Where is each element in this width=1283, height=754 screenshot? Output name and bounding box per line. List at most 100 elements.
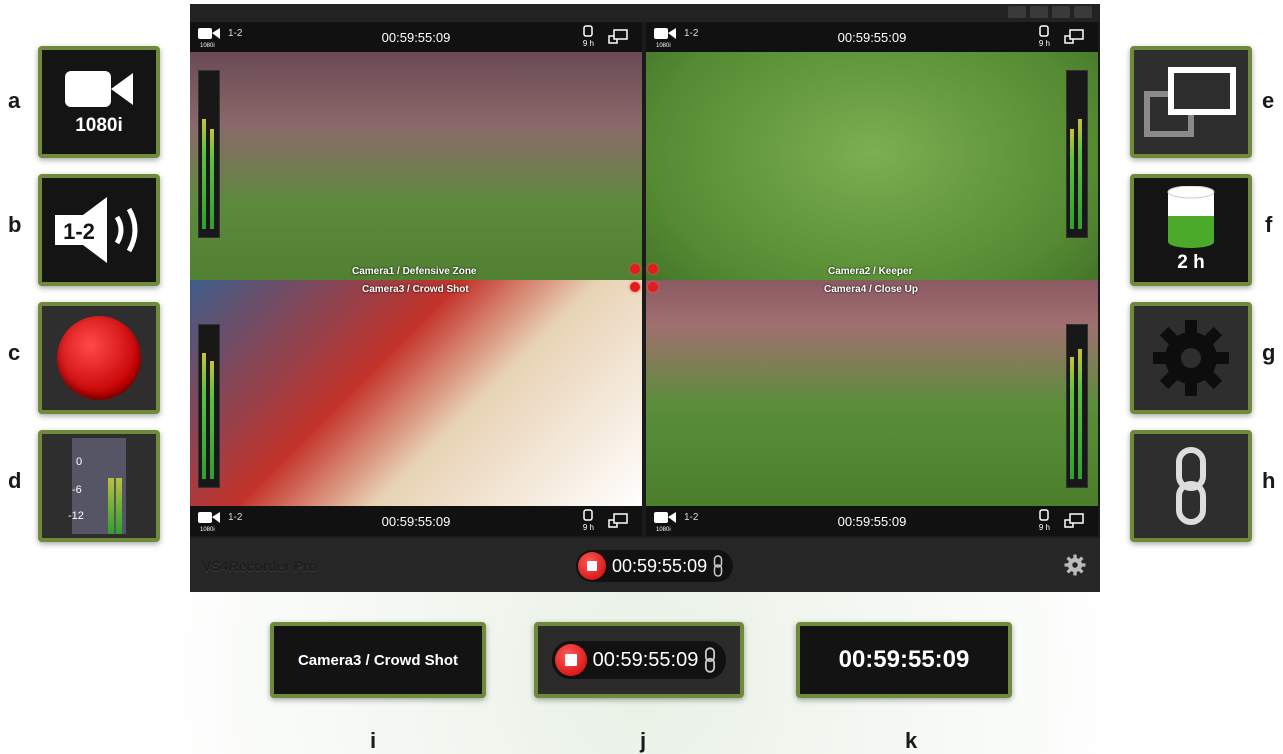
record-stop-button[interactable] — [578, 552, 606, 580]
record-tile — [38, 302, 160, 414]
settings-tile — [1130, 302, 1252, 414]
audio-meter — [1066, 70, 1088, 238]
quad3-bottom-hud: 1080i 1-2 00:59:55:09 9 h — [190, 506, 642, 536]
audio-channel-indicator[interactable]: 1-2 — [228, 28, 242, 39]
camera-label-callout: Camera3 / Crowd Shot — [270, 622, 486, 698]
audio-channel-indicator[interactable]: 1-2 — [684, 28, 698, 39]
recording-indicator — [648, 282, 658, 292]
master-timecode: 00:59:55:09 — [612, 555, 708, 576]
camera3-view[interactable]: Camera3 / Crowd Shot — [190, 280, 642, 508]
chain-link-icon[interactable] — [713, 555, 723, 577]
label-b: b — [8, 212, 22, 237]
app-name: VS4Recorder Pro — [202, 558, 318, 574]
record-control-callout: 00:59:55:09 — [534, 622, 744, 698]
audio-channels-tile: 1-2 — [38, 174, 160, 286]
video-format-tile: 1080i — [38, 46, 160, 158]
video-camera-icon[interactable]: 1080i — [198, 26, 222, 48]
svg-text:1080i: 1080i — [656, 43, 671, 48]
camera2-view[interactable]: Camera2 / Keeper — [646, 52, 1098, 304]
record-control: 00:59:55:09 — [576, 550, 734, 582]
audio-meter-tile: 0 -6 -12 — [38, 430, 160, 542]
timecode-callout: 00:59:55:09 — [796, 622, 1012, 698]
recording-indicator — [630, 282, 640, 292]
recording-indicator — [630, 264, 640, 274]
window-controls — [1008, 6, 1092, 18]
camera1-label: Camera1 / Defensive Zone — [352, 266, 477, 277]
fullscreen-button[interactable] — [1052, 6, 1070, 18]
drive-icon — [583, 509, 594, 521]
app-window: 1080i 1-2 00:59:55:09 9 h 1080i 1-2 00:5… — [190, 4, 1100, 592]
video-camera-icon — [65, 71, 133, 107]
restore-button[interactable] — [1030, 6, 1048, 18]
label-a: a — [8, 88, 21, 113]
meter-scale-6: -6 — [72, 484, 82, 496]
drive-indicator[interactable]: 9 h — [1039, 509, 1050, 532]
quad4-bottom-hud: 1080i 1-2 00:59:55:09 9 h — [646, 506, 1098, 536]
title-bar — [190, 4, 1100, 22]
video-camera-icon[interactable]: 1080i — [198, 510, 222, 532]
label-c: c — [8, 340, 21, 365]
record-stop-button[interactable] — [554, 644, 587, 676]
window-mode-tile — [1130, 46, 1252, 158]
label-f: f — [1265, 212, 1273, 237]
camera4-view[interactable]: Camera4 / Close Up — [646, 280, 1098, 508]
meter-scale-0: 0 — [76, 456, 83, 468]
quad2-top-hud: 1080i 1-2 00:59:55:09 9 h — [646, 22, 1098, 52]
quad4-timecode: 00:59:55:09 — [837, 513, 907, 529]
bottom-toolbar: VS4Recorder Pro 00:59:55:09 — [190, 538, 1100, 592]
quad2-timecode: 00:59:55:09 — [837, 29, 907, 45]
drive-icon — [1039, 509, 1050, 521]
audio-meter — [198, 324, 220, 488]
recording-indicator — [648, 264, 658, 274]
drive-indicator[interactable]: 9 h — [583, 25, 594, 48]
camera2-label: Camera2 / Keeper — [828, 266, 913, 277]
minimize-button[interactable] — [1008, 6, 1026, 18]
gear-icon[interactable] — [1064, 554, 1086, 576]
timecode-callout-text: 00:59:55:09 — [838, 646, 970, 673]
camera4-label: Camera4 / Close Up — [824, 284, 918, 295]
label-i: i — [370, 728, 377, 753]
video-format-label: 1080i — [75, 115, 123, 136]
window-mode-icon[interactable] — [608, 513, 628, 529]
audio-meter — [1066, 324, 1088, 488]
label-e: e — [1262, 88, 1275, 113]
window-mode-icon[interactable] — [1064, 29, 1084, 45]
label-k: k — [905, 728, 918, 753]
window-mode-icon[interactable] — [608, 29, 628, 45]
label-g: g — [1262, 340, 1276, 365]
record-button-icon — [57, 316, 141, 400]
drive-indicator[interactable]: 9 h — [583, 509, 594, 532]
gear-icon — [1153, 320, 1229, 396]
camera3-label: Camera3 / Crowd Shot — [362, 284, 469, 295]
close-button[interactable] — [1074, 6, 1092, 18]
label-j: j — [640, 728, 647, 753]
video-camera-icon[interactable]: 1080i — [654, 510, 678, 532]
meter-scale-12: -12 — [68, 510, 84, 522]
svg-text:1080i: 1080i — [200, 43, 215, 48]
chain-link-icon — [705, 647, 716, 673]
quad3-timecode: 00:59:55:09 — [381, 513, 451, 529]
speaker-icon: 1-2 — [55, 197, 138, 263]
audio-channel-indicator[interactable]: 1-2 — [684, 512, 698, 523]
audio-channels-label: 1-2 — [63, 219, 95, 244]
camera1-view[interactable]: Camera1 / Defensive Zone — [190, 52, 642, 304]
link-tile — [1130, 430, 1252, 542]
drive-space-tile: 2 h — [1130, 174, 1252, 286]
camera-label-callout-text: Camera3 / Crowd Shot — [297, 651, 459, 669]
drive-remaining-label: 2 h — [1177, 252, 1205, 273]
quad1-timecode: 00:59:55:09 — [381, 29, 451, 45]
svg-text:1080i: 1080i — [656, 527, 671, 532]
audio-meter — [198, 70, 220, 238]
audio-channel-indicator[interactable]: 1-2 — [228, 512, 242, 523]
drive-icon — [1039, 25, 1050, 37]
window-mode-icon — [1144, 67, 1236, 137]
audio-meter-icon: 0 -6 -12 — [68, 438, 126, 534]
drive-indicator[interactable]: 9 h — [1039, 25, 1050, 48]
label-d: d — [8, 468, 22, 493]
drive-icon — [583, 25, 594, 37]
quad1-top-hud: 1080i 1-2 00:59:55:09 9 h — [190, 22, 642, 52]
window-mode-icon[interactable] — [1064, 513, 1084, 529]
video-camera-icon[interactable]: 1080i — [654, 26, 678, 48]
record-callout-timecode: 00:59:55:09 — [592, 648, 699, 671]
svg-text:1080i: 1080i — [200, 527, 215, 532]
